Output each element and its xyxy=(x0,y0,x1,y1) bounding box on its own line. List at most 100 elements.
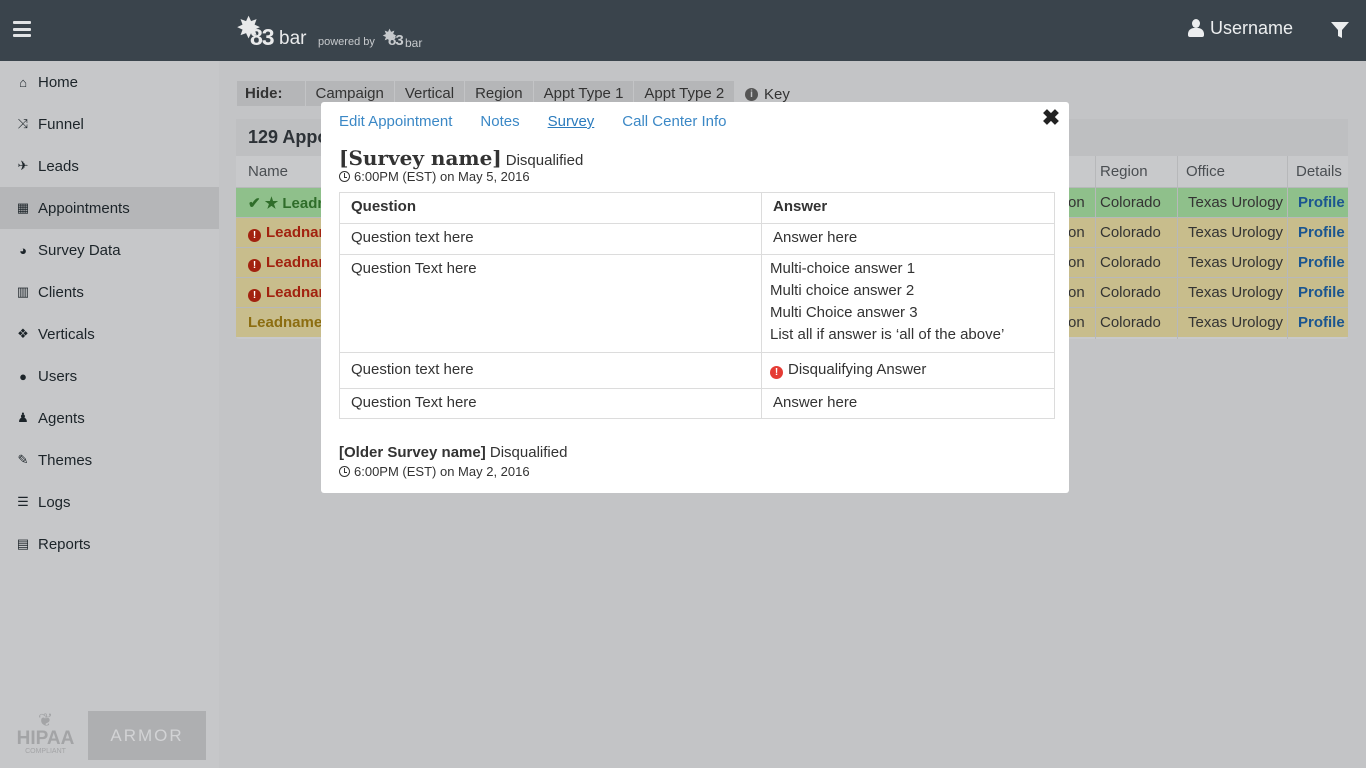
sidebar-item-label: Funnel xyxy=(38,115,84,133)
clock-icon xyxy=(339,171,350,182)
tab-survey[interactable]: Survey xyxy=(548,113,595,130)
key-label: Key xyxy=(764,86,790,103)
sidebar: ⌂ Home ⤨ Funnel ✈ Leads ▦ Appointments ◕ Surv… xyxy=(0,61,219,768)
sidebar-item-label: Verticals xyxy=(38,325,95,343)
table-header-row: Question Answer xyxy=(339,192,1055,224)
question-cell: Question Text here xyxy=(339,388,762,419)
powered-by-label: powered by xyxy=(318,36,375,48)
cell-partial: on xyxy=(1068,284,1085,301)
logo-suffix: bar xyxy=(279,28,307,49)
answer-cell: ! Disqualifying Answer xyxy=(761,352,1055,389)
sidebar-item-survey-data[interactable]: ◕ Survey Data xyxy=(0,229,219,271)
profile-link[interactable]: Profile xyxy=(1298,314,1345,331)
logo-number: 83 xyxy=(250,24,275,50)
answer-line: Multi choice answer 2 xyxy=(770,282,915,299)
sidebar-item-leads[interactable]: ✈ Leads xyxy=(0,145,219,187)
cell-partial: on xyxy=(1068,194,1085,211)
answer-cell: Answer here xyxy=(761,223,1055,255)
file-text-icon: ▤ xyxy=(16,536,30,551)
col-header-question: Question xyxy=(339,192,762,224)
home-icon: ⌂ xyxy=(19,74,27,90)
cell-region: Colorado xyxy=(1100,314,1161,331)
sidebar-item-label: Appointments xyxy=(38,199,130,217)
lead-name[interactable]: ! Leadnan xyxy=(248,254,328,272)
profile-link[interactable]: Profile xyxy=(1298,254,1345,271)
survey-name: [Survey name] xyxy=(339,146,502,170)
cell-partial: on xyxy=(1068,224,1085,241)
sidebar-item-label: Survey Data xyxy=(38,241,121,259)
user-menu[interactable]: Username xyxy=(1188,18,1293,39)
tab-edit-appointment[interactable]: Edit Appointment xyxy=(339,113,452,130)
appointment-modal: Edit Appointment Notes Survey Call Cente… xyxy=(321,102,1069,493)
user-icon xyxy=(1188,18,1204,39)
modal-tabs: Edit Appointment Notes Survey Call Cente… xyxy=(339,113,755,130)
disqualifying-answer: Disqualifying Answer xyxy=(788,361,927,378)
col-header-office[interactable]: Office xyxy=(1186,163,1225,180)
info-icon: i xyxy=(745,88,758,101)
cell-region: Colorado xyxy=(1100,224,1161,241)
tab-notes[interactable]: Notes xyxy=(480,113,519,130)
random-icon: ⤨ xyxy=(17,116,29,131)
sidebar-item-funnel[interactable]: ⤨ Funnel xyxy=(0,103,219,145)
col-header-name[interactable]: Name xyxy=(248,163,288,180)
sidebar-item-themes[interactable]: ✎ Themes xyxy=(0,439,219,481)
users-icon: ● xyxy=(19,368,27,384)
hide-label: Hide: xyxy=(245,85,283,102)
cell-region: Colorado xyxy=(1100,194,1161,211)
sidebar-item-logs[interactable]: ☰ Logs xyxy=(0,481,219,523)
pie-chart-icon: ◕ xyxy=(19,242,27,258)
older-survey-timestamp: 6:00PM (EST) on May 2, 2016 xyxy=(339,464,530,479)
question-cell: Question text here xyxy=(339,352,762,389)
sidebar-item-label: Leads xyxy=(38,157,79,175)
survey-status: Disqualified xyxy=(505,152,584,169)
cell-partial: on xyxy=(1068,254,1085,271)
older-survey-title[interactable]: [Older Survey name] Disqualified xyxy=(339,444,567,461)
filter-icon[interactable] xyxy=(1331,21,1349,39)
close-icon[interactable]: ✖ xyxy=(1041,107,1061,129)
cell-partial: on xyxy=(1068,314,1085,331)
cell-office: Texas Urology xyxy=(1188,284,1284,301)
col-header-details[interactable]: Details xyxy=(1296,163,1342,180)
table-row: Question text here ! Disqualifying Answer xyxy=(339,352,1055,389)
hipaa-badge: ❦ HIPAA COMPLIANT xyxy=(16,711,75,763)
question-cell: Question Text here xyxy=(339,254,762,353)
answer-line: Multi-choice answer 1 xyxy=(770,260,916,277)
paint-brush-icon: ✎ xyxy=(17,452,29,467)
list-alt-icon: ☰ xyxy=(17,494,29,509)
lead-name[interactable]: ! Leadnan xyxy=(248,284,328,302)
profile-link[interactable]: Profile xyxy=(1298,194,1345,211)
logo-suffix: bar xyxy=(405,36,423,50)
survey-table: Question Answer Question text here Answe… xyxy=(339,192,1055,419)
panel-title: 129 Appo xyxy=(248,127,329,147)
col-header-region[interactable]: Region xyxy=(1100,163,1148,180)
answer-line: List all if answer is ‘all of the above’ xyxy=(770,326,1005,343)
lead-name[interactable]: ✔ ★ Leadn xyxy=(248,194,327,212)
survey-title: [Survey name] Disqualified xyxy=(339,146,583,170)
sidebar-item-reports[interactable]: ▤ Reports xyxy=(0,523,219,565)
cell-office: Texas Urology xyxy=(1188,254,1284,271)
profile-link[interactable]: Profile xyxy=(1298,224,1345,241)
hamburger-menu-icon[interactable] xyxy=(13,21,31,37)
sidebar-item-verticals[interactable]: ❖ Verticals xyxy=(0,313,219,355)
lead-name[interactable]: ! Leadnan xyxy=(248,224,328,242)
key-button[interactable]: i Key xyxy=(745,86,790,103)
sidebar-item-agents[interactable]: ♟ Agents xyxy=(0,397,219,439)
top-bar: ✸ 83 bar powered by ✸ 83 bar Username xyxy=(0,0,1366,61)
sidebar-item-home[interactable]: ⌂ Home xyxy=(0,61,219,103)
sidebar-item-appointments[interactable]: ▦ Appointments xyxy=(0,187,219,229)
older-survey-name: [Older Survey name] xyxy=(339,444,486,461)
sidebar-item-clients[interactable]: ▥ Clients xyxy=(0,271,219,313)
sidebar-item-label: Themes xyxy=(38,451,93,469)
plane-icon: ✈ xyxy=(17,158,29,173)
table-row: Question Text here Multi-choice answer 1… xyxy=(339,254,1055,353)
clock-icon xyxy=(339,466,350,477)
sidebar-item-users[interactable]: ● Users xyxy=(0,355,219,397)
answer-cell: Multi-choice answer 1 Multi choice answe… xyxy=(761,254,1055,353)
exclamation-icon: ! xyxy=(770,366,783,379)
tab-call-center-info[interactable]: Call Center Info xyxy=(622,113,726,130)
hipaa-text: HIPAA xyxy=(16,728,75,749)
profile-link[interactable]: Profile xyxy=(1298,284,1345,301)
hipaa-subtext: COMPLIANT xyxy=(25,748,66,755)
armor-badge: ARMOR xyxy=(88,711,206,760)
lead-name[interactable]: Leadname xyxy=(248,314,322,331)
